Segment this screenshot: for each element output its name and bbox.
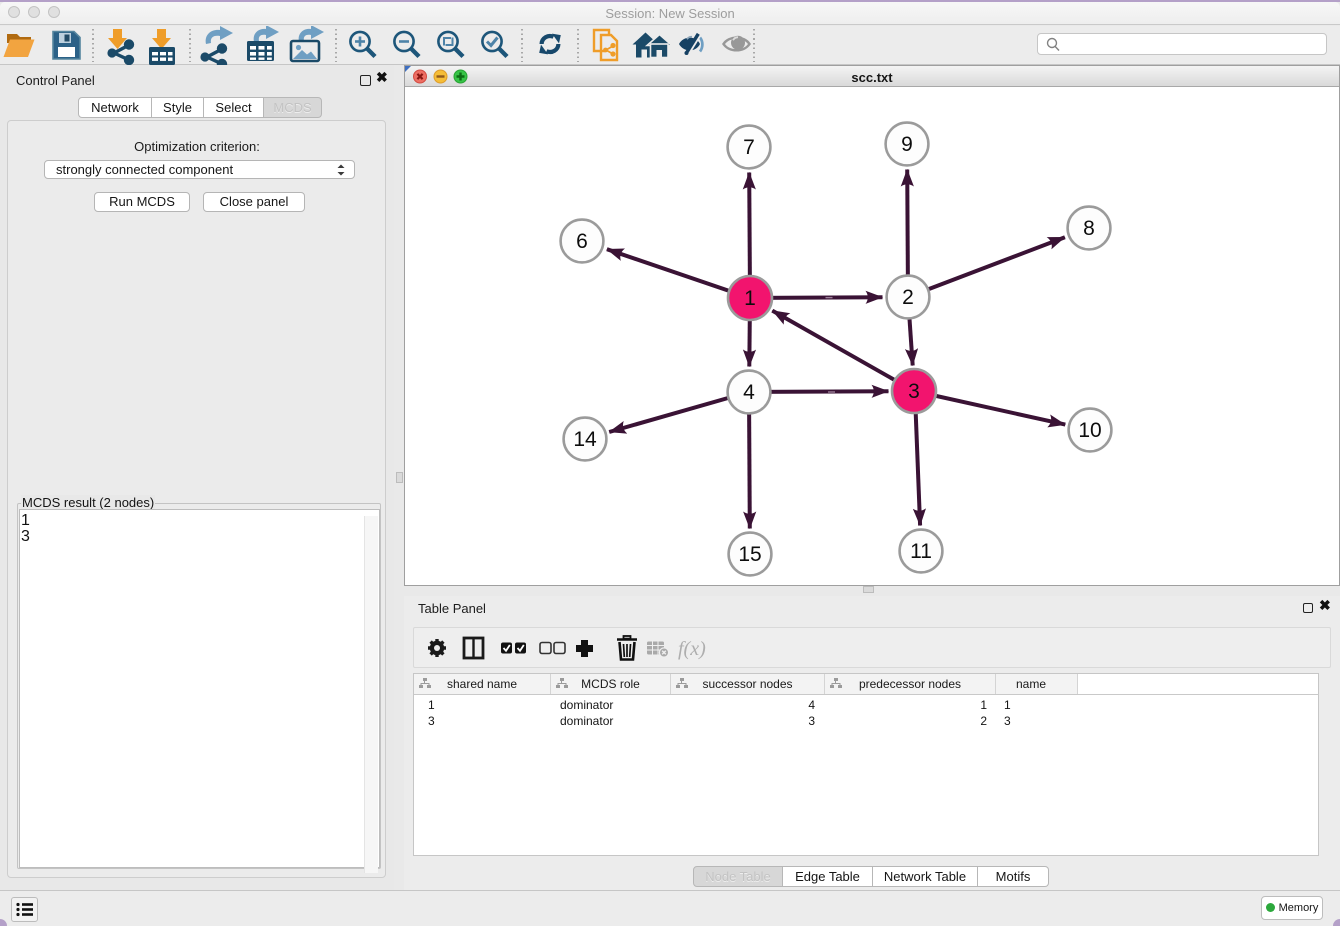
svg-text:8: 8 [1083,217,1095,240]
svg-text:f(x): f(x) [678,638,706,660]
svg-text:9: 9 [901,133,913,156]
svg-text:10: 10 [1078,419,1101,442]
svg-text:3: 3 [908,380,920,403]
svg-text:4: 4 [743,381,755,404]
svg-text:7: 7 [743,136,755,159]
svg-text:15: 15 [738,543,761,566]
svg-text:6: 6 [576,230,588,253]
svg-text:14: 14 [573,428,597,451]
svg-text:2: 2 [902,286,914,309]
svg-text:1: 1 [744,287,756,310]
svg-text:11: 11 [910,540,932,563]
